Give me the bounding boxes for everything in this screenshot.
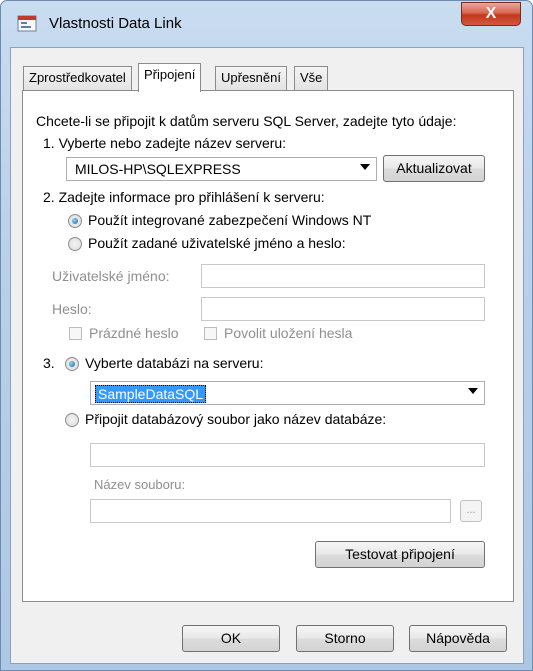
tab-label: Zprostředkovatel xyxy=(29,70,126,85)
chevron-down-icon[interactable] xyxy=(468,388,478,394)
tab-label: Upřesnění xyxy=(221,70,281,85)
chevron-down-icon[interactable] xyxy=(360,164,370,170)
integrated-security-radio[interactable] xyxy=(68,214,82,228)
server-combobox[interactable]: MILOS-HP\SQLEXPRESS xyxy=(66,157,377,181)
tab-label: Vše xyxy=(300,70,323,85)
allow-save-password-checkbox[interactable] xyxy=(204,327,217,340)
attach-database-label[interactable]: Připojit databázový soubor jako název da… xyxy=(85,411,386,427)
allow-save-password-label[interactable]: Povolit uložení hesla xyxy=(224,325,352,341)
attach-database-name-input[interactable] xyxy=(90,443,485,467)
refresh-label: Aktualizovat xyxy=(396,160,472,176)
username-input[interactable] xyxy=(201,264,485,288)
database-value: SampleDataSQL xyxy=(95,385,207,403)
ok-label: OK xyxy=(220,630,242,646)
cancel-label: Storno xyxy=(324,630,366,646)
intro-text: Chcete-li se připojit k datům serveru SQ… xyxy=(36,113,457,129)
username-label: Uživatelské jméno: xyxy=(52,268,170,284)
ok-button[interactable]: OK xyxy=(182,625,280,652)
step2-label: 2. Zadejte informace pro přihlášení k se… xyxy=(43,189,325,205)
select-database-label[interactable]: Vyberte databázi na serveru: xyxy=(85,355,263,371)
database-combobox[interactable]: SampleDataSQL xyxy=(90,381,485,405)
tab-all[interactable]: Vše xyxy=(294,66,329,90)
step1-label: 1. Vyberte nebo zadejte název serveru: xyxy=(43,135,287,151)
integrated-security-label[interactable]: Použít integrované zabezpečení Windows N… xyxy=(88,212,371,228)
dialog-client-area: Zprostředkovatel Připojení Upřesnění Vše… xyxy=(10,47,524,664)
tab-connection[interactable]: Připojení xyxy=(138,63,202,92)
refresh-button[interactable]: Aktualizovat xyxy=(383,155,485,182)
test-connection-label: Testovat připojení xyxy=(345,546,455,562)
data-link-icon xyxy=(17,15,37,32)
browse-button[interactable]: ... xyxy=(460,500,482,522)
close-button[interactable]: X xyxy=(461,2,521,26)
blank-password-checkbox[interactable] xyxy=(69,327,82,340)
attach-database-radio[interactable] xyxy=(65,413,79,427)
password-input[interactable] xyxy=(201,297,485,321)
tab-advanced[interactable]: Upřesnění xyxy=(215,66,287,90)
browse-label: ... xyxy=(466,504,476,516)
step3-prefix: 3. xyxy=(43,355,55,371)
filename-input[interactable] xyxy=(90,499,451,523)
help-label: Nápověda xyxy=(426,630,490,646)
filename-label: Název souboru: xyxy=(94,477,186,492)
select-database-radio[interactable] xyxy=(65,357,79,371)
connection-panel: Chcete-li se připojit k datům serveru SQ… xyxy=(22,90,514,602)
specific-credentials-radio[interactable] xyxy=(68,237,82,251)
dialog-window: Vlastnosti Data Link X Zprostředkovatel … xyxy=(0,0,533,671)
server-value: MILOS-HP\SQLEXPRESS xyxy=(75,161,241,177)
close-icon: X xyxy=(485,5,497,22)
tab-provider[interactable]: Zprostředkovatel xyxy=(23,66,132,90)
test-connection-button[interactable]: Testovat připojení xyxy=(315,541,485,568)
cancel-button[interactable]: Storno xyxy=(296,625,394,652)
tab-label: Připojení xyxy=(144,67,196,82)
help-button[interactable]: Nápověda xyxy=(409,625,507,652)
title-bar[interactable]: Vlastnosti Data Link X xyxy=(1,1,532,47)
password-label: Heslo: xyxy=(52,301,92,317)
specific-credentials-label[interactable]: Použít zadané uživatelské jméno a heslo: xyxy=(88,235,346,251)
blank-password-label[interactable]: Prázdné heslo xyxy=(89,325,179,341)
window-title: Vlastnosti Data Link xyxy=(49,15,182,32)
